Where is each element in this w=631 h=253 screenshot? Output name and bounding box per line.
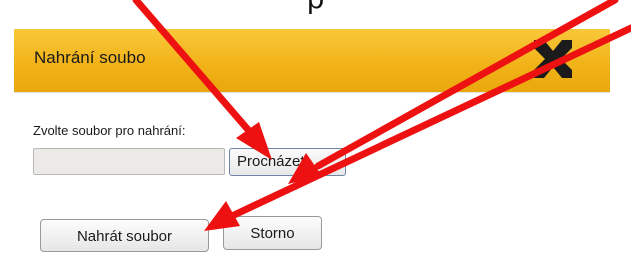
file-path-input[interactable] bbox=[33, 148, 225, 175]
close-icon[interactable] bbox=[532, 38, 574, 80]
partial-heading-text: p bbox=[0, 0, 631, 19]
browse-button[interactable]: Procházet bbox=[229, 148, 346, 176]
upload-file-button[interactable]: Nahrát soubor bbox=[40, 219, 209, 252]
dialog-title: Nahrání soubo bbox=[34, 48, 146, 67]
cancel-button[interactable]: Storno bbox=[223, 216, 322, 250]
dialog-header: Nahrání soubo bbox=[14, 29, 610, 93]
file-select-label: Zvolte soubor pro nahrání: bbox=[33, 123, 186, 138]
